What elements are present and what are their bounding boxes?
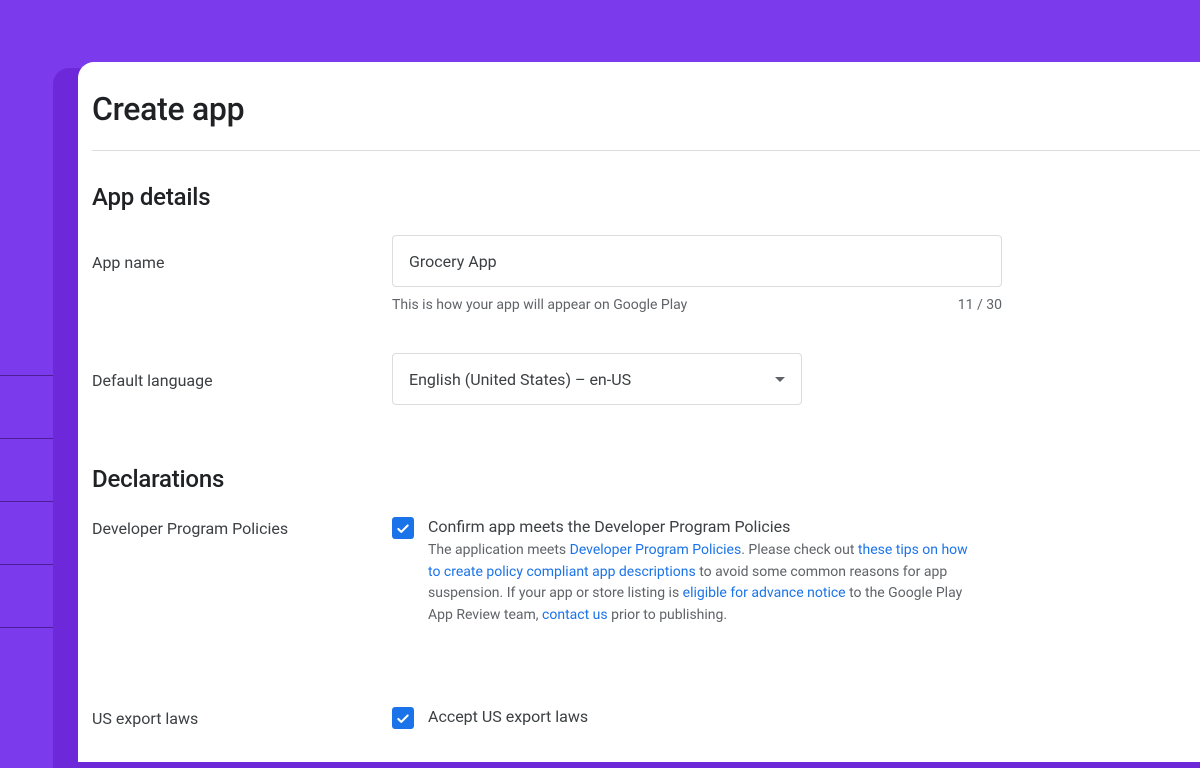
checkmark-icon <box>396 711 410 725</box>
developer-policies-checkbox[interactable] <box>392 517 414 539</box>
app-name-helper-text: This is how your app will appear on Goog… <box>392 297 687 313</box>
app-name-label: App name <box>92 235 392 272</box>
background-tick-marks <box>0 375 56 690</box>
chevron-down-icon <box>775 377 785 382</box>
title-divider <box>92 150 1200 151</box>
page-title: Create app <box>92 90 1200 150</box>
app-details-section-title: App details <box>92 183 1200 211</box>
export-laws-checkbox-title: Accept US export laws <box>428 707 982 726</box>
app-name-row: App name This is how your app will appea… <box>92 235 1200 313</box>
developer-policies-description: The application meets Developer Program … <box>428 540 982 627</box>
default-language-select[interactable]: English (United States) – en-US <box>392 353 802 405</box>
export-laws-label: US export laws <box>92 707 392 728</box>
default-language-row: Default language English (United States)… <box>92 353 1200 405</box>
app-name-input[interactable] <box>392 235 1002 287</box>
checkmark-icon <box>396 521 410 535</box>
default-language-label: Default language <box>92 353 392 390</box>
declarations-section-title: Declarations <box>92 465 1200 493</box>
developer-program-policies-link[interactable]: Developer Program Policies <box>570 542 742 558</box>
export-laws-row: US export laws Accept US export laws <box>92 707 1200 730</box>
contact-us-link[interactable]: contact us <box>542 607 608 623</box>
default-language-value: English (United States) – en-US <box>409 370 631 389</box>
developer-policies-label: Developer Program Policies <box>92 517 392 538</box>
developer-policies-checkbox-title: Confirm app meets the Developer Program … <box>428 517 982 536</box>
main-content-card: Create app App details App name This is … <box>78 62 1200 762</box>
export-laws-checkbox[interactable] <box>392 707 414 729</box>
developer-policies-row: Developer Program Policies Confirm app m… <box>92 517 1200 627</box>
advance-notice-link[interactable]: eligible for advance notice <box>683 585 846 601</box>
app-name-character-counter: 11 / 30 <box>958 297 1002 313</box>
